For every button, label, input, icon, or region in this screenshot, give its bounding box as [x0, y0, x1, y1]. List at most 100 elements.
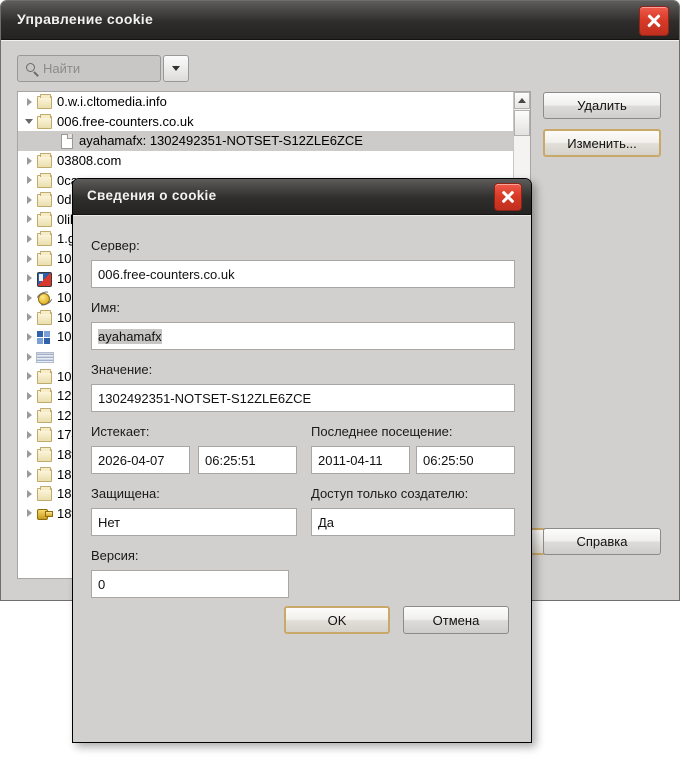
version-label: Версия: — [91, 548, 139, 563]
expires-time-value: 06:25:51 — [205, 452, 256, 468]
chevron-right-icon[interactable] — [22, 156, 36, 165]
grid-icon — [36, 329, 52, 344]
folder-icon — [36, 153, 52, 169]
tree-row-label: ayahamafx: 1302492351-NOTSET-S12ZLE6ZCE — [79, 133, 363, 149]
banner-icon — [36, 349, 54, 364]
search-input[interactable]: Найти — [17, 55, 161, 82]
secure-value: Нет — [98, 514, 121, 530]
expires-date-value: 2026-04-07 — [98, 452, 165, 468]
tree-row[interactable]: 0.w.i.cltomedia.info — [18, 92, 513, 112]
last-visit-date-value: 2011-04-11 — [318, 452, 383, 468]
dialog-close-icon[interactable] — [494, 183, 522, 211]
chevron-right-icon[interactable] — [22, 97, 36, 106]
chevron-right-icon[interactable] — [22, 489, 36, 498]
cookie-details-dialog: Сведения о cookie Сервер: 006.free-count… — [72, 178, 532, 743]
folder-icon — [36, 172, 52, 188]
search-icon — [22, 59, 42, 79]
chevron-right-icon[interactable] — [22, 372, 36, 381]
folder-icon — [36, 211, 52, 227]
expires-time-field[interactable]: 06:25:51 — [198, 446, 297, 474]
folder-icon — [36, 192, 52, 208]
value-value: 1302492351-NOTSET-S12ZLE6ZCE — [98, 390, 312, 406]
folder-icon — [36, 407, 52, 423]
chevron-right-icon[interactable] — [22, 313, 36, 322]
scroll-up-button[interactable] — [514, 92, 530, 109]
last-visit-time-value: 06:25:50 — [423, 452, 474, 468]
version-field[interactable]: 0 — [91, 570, 289, 598]
window-titlebar: Управление cookie — [1, 1, 679, 40]
document-icon — [58, 133, 74, 150]
chevron-right-icon[interactable] — [22, 176, 36, 185]
folder-icon — [36, 486, 52, 502]
close-glyph — [640, 7, 668, 35]
edit-button[interactable]: Изменить... — [543, 129, 661, 157]
chevron-down-icon — [172, 66, 180, 71]
chevron-right-icon[interactable] — [22, 509, 36, 518]
scrollbar-thumb[interactable] — [514, 110, 530, 136]
folder-icon — [36, 388, 52, 404]
name-value: ayahamafx — [98, 328, 162, 344]
version-value: 0 — [98, 576, 106, 592]
chevron-down-icon[interactable] — [22, 118, 36, 124]
tree-row[interactable]: 006.free-counters.co.uk — [18, 112, 513, 132]
window-title: Управление cookie — [17, 11, 154, 27]
dialog-title: Сведения о cookie — [87, 188, 217, 203]
chevron-right-icon[interactable] — [22, 332, 36, 341]
chevron-right-icon[interactable] — [22, 274, 36, 283]
value-field[interactable]: 1302492351-NOTSET-S12ZLE6ZCE — [91, 384, 515, 412]
secure-field[interactable]: Нет — [91, 508, 297, 536]
tree-row[interactable]: 03808.com — [18, 151, 513, 171]
key-icon — [36, 506, 53, 521]
folder-icon — [36, 113, 52, 129]
screen-root: Управление cookie Найти 0.w.i.cltomedia.… — [0, 0, 680, 760]
tree-row[interactable]: ayahamafx: 1302492351-NOTSET-S12ZLE6ZCE — [18, 131, 513, 151]
server-value: 006.free-counters.co.uk — [98, 266, 235, 282]
folder-icon — [36, 94, 52, 110]
chevron-right-icon[interactable] — [22, 411, 36, 420]
httponly-field[interactable]: Да — [311, 508, 515, 536]
orbit-icon — [36, 290, 52, 306]
folder-icon — [36, 309, 52, 325]
chevron-right-icon[interactable] — [22, 391, 36, 400]
expires-label: Истекает: — [91, 424, 150, 439]
last-visit-label: Последнее посещение: — [311, 424, 453, 439]
chevron-right-icon[interactable] — [22, 215, 36, 224]
search-dropdown-button[interactable] — [163, 55, 189, 82]
chevron-right-icon[interactable] — [22, 254, 36, 263]
chevron-right-icon[interactable] — [22, 470, 36, 479]
folder-icon — [36, 466, 52, 482]
chevron-up-icon — [518, 98, 526, 103]
name-field[interactable]: ayahamafx — [91, 322, 515, 350]
ok-button[interactable]: OK — [284, 606, 390, 634]
cancel-button[interactable]: Отмена — [403, 606, 509, 634]
server-label: Сервер: — [91, 238, 140, 253]
tree-row-label: 0.w.i.cltomedia.info — [57, 94, 167, 110]
search-row: Найти — [17, 55, 189, 82]
folder-icon — [36, 427, 52, 443]
expires-date-field[interactable]: 2026-04-07 — [91, 446, 190, 474]
help-button[interactable]: Справка — [543, 528, 661, 555]
value-label: Значение: — [91, 362, 153, 377]
name-label: Имя: — [91, 300, 120, 315]
folder-icon — [36, 231, 52, 247]
httponly-value: Да — [318, 514, 335, 530]
last-visit-time-field[interactable]: 06:25:50 — [416, 446, 515, 474]
chevron-right-icon[interactable] — [22, 430, 36, 439]
folder-icon — [36, 251, 52, 267]
close-icon[interactable] — [639, 6, 669, 36]
server-field[interactable]: 006.free-counters.co.uk — [91, 260, 515, 288]
chevron-right-icon[interactable] — [22, 450, 36, 459]
dialog-body: Сервер: 006.free-counters.co.uk Имя: aya… — [73, 215, 531, 742]
folder-icon — [36, 368, 52, 384]
tree-row-label: 006.free-counters.co.uk — [57, 113, 194, 129]
chevron-right-icon[interactable] — [22, 293, 36, 302]
folder-icon — [36, 446, 52, 462]
chevron-right-icon[interactable] — [22, 195, 36, 204]
last-visit-date-field[interactable]: 2011-04-11 — [311, 446, 410, 474]
tree-row-label: 03808.com — [57, 153, 122, 169]
chevron-right-icon[interactable] — [22, 352, 36, 361]
close-glyph — [495, 184, 521, 210]
chevron-right-icon[interactable] — [22, 234, 36, 243]
favicon-icon — [36, 271, 52, 287]
delete-button[interactable]: Удалить — [543, 92, 661, 119]
